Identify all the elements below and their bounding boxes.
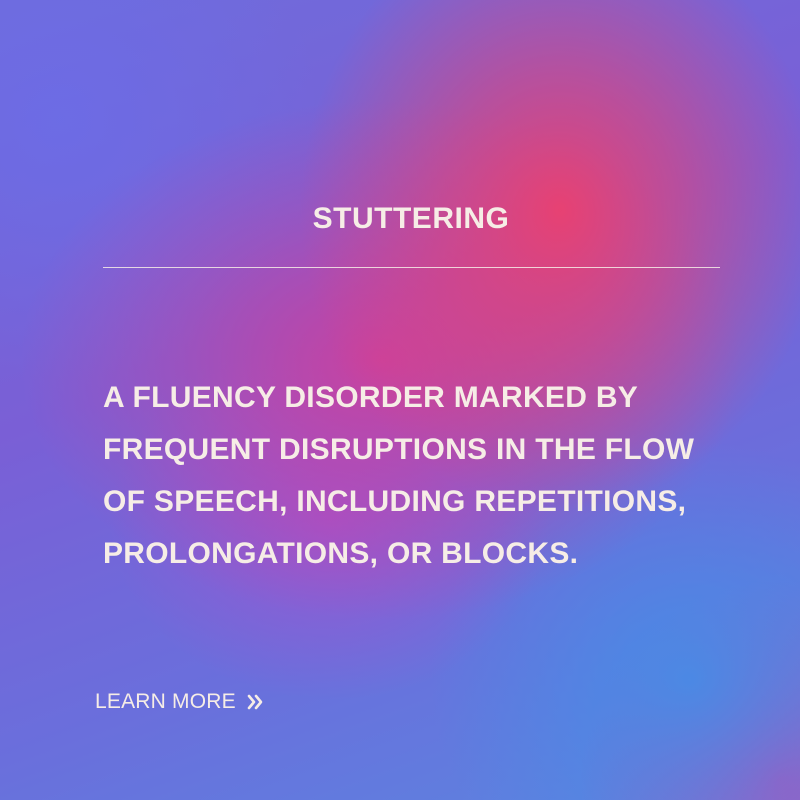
card-title: STUTTERING bbox=[312, 202, 510, 235]
learn-more-link[interactable]: LEARN MORE bbox=[95, 690, 264, 714]
learn-more-label: LEARN MORE bbox=[95, 690, 236, 713]
double-chevron-right-icon bbox=[246, 693, 264, 711]
definition-text: A FLUENCY DISORDER MARKED BY FREQUENT DI… bbox=[103, 381, 695, 570]
title-divider bbox=[103, 267, 720, 268]
